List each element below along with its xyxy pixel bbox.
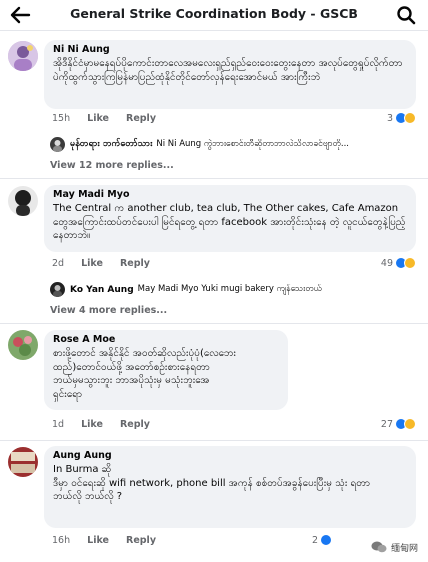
avatar[interactable] (8, 330, 38, 360)
profile-photo-icon (8, 41, 38, 71)
comment-author[interactable]: Rose A Moe (53, 334, 279, 345)
comment-text: In Burma ဆို ဒီမှာ ဝင်ရေးဆို wifi networ… (53, 464, 371, 502)
profile-photo-icon (8, 447, 38, 477)
view-more-replies[interactable]: View 4 more replies... (50, 305, 167, 316)
wechat-logo-icon (371, 541, 387, 553)
comment-time: 1d (52, 419, 65, 430)
reaction-summary[interactable]: 3 (387, 112, 416, 124)
reply-preview[interactable]: မုန်တရား ဘက်တော်သား Ni Ni Aung ကွဲဘားစော… (50, 137, 420, 152)
comment-author[interactable]: Ni Ni Aung (53, 44, 407, 55)
like-reaction-icon (320, 534, 332, 546)
comment-text: စားဖို့တောင် အနိုင်နိုင် အဝတ်ဆိုလည်းပုံပ… (53, 348, 236, 400)
reaction-count: 27 (380, 418, 393, 430)
comment-divider (0, 440, 428, 441)
profile-photo-icon (8, 330, 38, 360)
comment-bubble: Aung Aung In Burma ဆို ဒီမှာ ဝင်ရေးဆို w… (44, 446, 416, 528)
view-more-replies[interactable]: View 12 more replies... (50, 160, 174, 171)
like-button[interactable]: Like (81, 258, 103, 269)
reply-text: Ni Ni Aung ကွဲဘားစောင်းတီဆိုတာဘာလဲသိလာခင… (156, 138, 349, 149)
watermark-text: 缅甸网 (390, 543, 418, 554)
reaction-summary[interactable]: 2 (312, 534, 332, 546)
reaction-summary[interactable]: 49 (381, 257, 416, 269)
comment-divider (0, 323, 428, 324)
comment-actions: 1d Like Reply (52, 419, 164, 430)
comment-actions: 15h Like Reply (52, 113, 170, 124)
comment-text: The Central က another club, tea club, Th… (53, 203, 406, 241)
comment-divider (0, 178, 428, 179)
avatar[interactable] (8, 186, 38, 216)
haha-reaction-icon (404, 112, 416, 124)
reply-author: Ko Yan Aung (70, 284, 134, 295)
comment-actions: 16h Like Reply (52, 535, 170, 546)
comment-author[interactable]: Aung Aung (53, 450, 407, 461)
avatar (50, 282, 65, 297)
reply-author: မုန်တရား ဘက်တော်သား (70, 139, 153, 149)
profile-photo-icon (50, 282, 65, 297)
haha-reaction-icon (404, 418, 416, 430)
comment-time: 16h (52, 535, 71, 546)
top-bar: General Strike Coordination Body - GSCB (0, 0, 428, 30)
comment-author[interactable]: May Madi Myo (53, 189, 407, 200)
reply-button[interactable]: Reply (126, 113, 156, 124)
profile-photo-icon (50, 137, 65, 152)
comment-time: 2d (52, 258, 65, 269)
reply-button[interactable]: Reply (120, 258, 150, 269)
like-button[interactable]: Like (87, 535, 109, 546)
comment-bubble: May Madi Myo The Central က another club,… (44, 185, 416, 252)
header-divider (0, 30, 428, 31)
comment-actions: 2d Like Reply (52, 258, 164, 269)
avatar[interactable] (8, 447, 38, 477)
search-icon[interactable] (396, 5, 416, 25)
like-button[interactable]: Like (81, 419, 103, 430)
comment-bubble: Ni Ni Aung အိုဒီနိုင်ငံမှာမနေရပ်ပိုကောင်… (44, 40, 416, 109)
avatar (50, 137, 65, 152)
arrow-left-icon[interactable] (8, 4, 32, 26)
avatar[interactable] (8, 41, 38, 71)
comment-text: အိုဒီနိုင်ငံမှာမနေရပ်ပိုကောင်းတာလေအမလေးရ… (53, 58, 403, 83)
reaction-summary[interactable]: 27 (381, 418, 416, 430)
profile-photo-icon (8, 186, 38, 216)
reply-preview[interactable]: Ko Yan Aung May Madi Myo Yuki mugi baker… (50, 282, 420, 297)
comment-time: 15h (52, 113, 71, 124)
comment-bubble: Rose A Moe စားဖို့တောင် အနိုင်နိုင် အဝတ်… (44, 330, 288, 410)
haha-reaction-icon (404, 257, 416, 269)
reply-button[interactable]: Reply (120, 419, 150, 430)
reply-button[interactable]: Reply (126, 535, 156, 546)
reaction-count: 2 (311, 534, 318, 546)
like-button[interactable]: Like (87, 113, 109, 124)
watermark: 缅甸网 (371, 540, 418, 554)
reaction-count: 3 (386, 112, 393, 124)
reply-text: May Madi Myo Yuki mugi bakery ကျန်သေးတယ် (137, 283, 322, 294)
reaction-count: 49 (380, 257, 393, 269)
page-title: General Strike Coordination Body - GSCB (70, 6, 358, 21)
